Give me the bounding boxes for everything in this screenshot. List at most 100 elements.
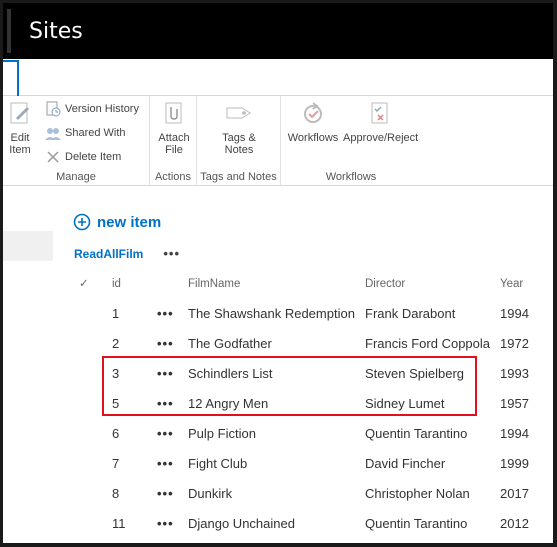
ribbon-group-workflows: Workflows Approve/Reject Workflows — [281, 96, 421, 186]
row-id: 11 — [112, 516, 126, 531]
column-header-filmname[interactable]: FilmName — [188, 271, 240, 301]
approve-reject-button[interactable]: Approve/Reject — [343, 100, 419, 144]
row-menu-button[interactable]: ••• — [157, 331, 174, 361]
tags-notes-label: Tags & Notes — [222, 132, 256, 156]
ribbon-group-manage: Edit Item Version History Shared With De… — [3, 96, 150, 186]
left-nav-panel — [3, 231, 53, 261]
table-row[interactable]: 1 ••• The Shawshank Redemption Frank Dar… — [3, 301, 553, 331]
edit-item-label: Edit Item — [9, 132, 31, 156]
row-menu-button[interactable]: ••• — [157, 511, 174, 541]
delete-icon — [47, 151, 59, 163]
view-name-link[interactable]: ReadAllFilm — [74, 247, 143, 261]
selected-ribbon-tab[interactable] — [3, 60, 19, 96]
new-item-label: new item — [97, 213, 162, 231]
row-filmname[interactable]: The Shawshank Redemption — [188, 301, 355, 331]
row-menu-button[interactable]: ••• — [157, 481, 174, 511]
version-history-button[interactable]: Version History — [45, 100, 139, 118]
ribbon-tab-strip — [3, 60, 553, 96]
ribbon: Edit Item Version History Shared With De… — [3, 96, 553, 186]
ribbon-group-tags: Tags & Notes Tags and Notes — [197, 96, 281, 186]
column-header-year[interactable]: Year — [500, 271, 523, 301]
row-id: 7 — [112, 456, 120, 471]
delete-item-button[interactable]: Delete Item — [45, 148, 121, 166]
row-menu-button[interactable]: ••• — [157, 361, 174, 391]
row-filmname[interactable]: Dunkirk — [188, 481, 232, 511]
row-director: Christopher Nolan — [365, 486, 470, 501]
row-id: 6 — [112, 426, 120, 441]
group-label-tags: Tags and Notes — [200, 171, 277, 183]
attach-file-label: Attach File — [158, 132, 190, 156]
row-id: 5 — [112, 396, 120, 411]
shared-with-label: Shared With — [65, 127, 126, 139]
column-header-director[interactable]: Director — [365, 271, 405, 301]
table-row[interactable]: 11 ••• Django Unchained Quentin Tarantin… — [3, 511, 553, 541]
row-filmname[interactable]: 12 Angry Men — [188, 391, 268, 421]
list-header-row: ✓ id FilmName Director Year — [3, 271, 553, 301]
row-id: 1 — [112, 306, 120, 321]
tag-icon — [217, 100, 261, 129]
row-year: 2017 — [500, 486, 529, 501]
site-title[interactable]: Sites — [29, 19, 83, 44]
edit-icon — [5, 100, 35, 129]
row-id: 2 — [112, 336, 120, 351]
row-director: Francis Ford Coppola — [365, 336, 490, 351]
shared-with-icon — [45, 128, 61, 140]
approve-reject-icon — [343, 100, 417, 129]
row-menu-button[interactable]: ••• — [157, 391, 174, 421]
edit-item-button[interactable]: Edit Item — [5, 100, 35, 156]
table-row[interactable]: 2 ••• The Godfather Francis Ford Coppola… — [3, 331, 553, 361]
row-id: 8 — [112, 486, 120, 501]
paperclip-icon — [156, 100, 192, 129]
delete-item-label: Delete Item — [65, 151, 122, 163]
row-director: Frank Darabont — [365, 306, 456, 321]
view-selector: ReadAllFilm ••• — [74, 246, 180, 261]
attach-file-button[interactable]: Attach File — [156, 100, 192, 156]
window-frame: Sites Edit Item Version History Shared W… — [0, 0, 557, 547]
workflows-button[interactable]: Workflows — [287, 100, 339, 144]
view-more-button[interactable]: ••• — [163, 246, 180, 261]
table-row[interactable]: 7 ••• Fight Club David Fincher 1999 — [3, 451, 553, 481]
workflow-icon — [287, 100, 339, 129]
ribbon-group-actions: Attach File Actions — [150, 96, 197, 186]
row-filmname[interactable]: Django Unchained — [188, 511, 295, 541]
row-director: Quentin Tarantino — [365, 516, 468, 531]
row-menu-button[interactable]: ••• — [157, 421, 174, 451]
group-label-manage: Manage — [56, 171, 96, 183]
tags-notes-button[interactable]: Tags & Notes — [217, 100, 261, 156]
shared-with-button[interactable]: Shared With — [45, 124, 126, 142]
workflows-label: Workflows — [287, 132, 339, 144]
version-history-label: Version History — [65, 103, 139, 115]
row-director: David Fincher — [365, 456, 446, 471]
row-year: 2012 — [500, 516, 529, 531]
row-year: 1993 — [500, 366, 529, 381]
row-filmname[interactable]: Schindlers List — [188, 361, 273, 391]
table-row[interactable]: 5 ••• 12 Angry Men Sidney Lumet 1957 — [3, 391, 553, 421]
row-year: 1999 — [500, 456, 529, 471]
row-filmname[interactable]: Pulp Fiction — [188, 421, 256, 451]
row-director: Sidney Lumet — [365, 396, 445, 411]
row-year: 1994 — [500, 306, 529, 321]
new-item-link[interactable]: new item — [73, 213, 161, 231]
suite-bar-accent — [7, 9, 11, 53]
row-director: Steven Spielberg — [365, 366, 465, 381]
row-year: 1957 — [500, 396, 529, 411]
row-filmname[interactable]: The Godfather — [188, 331, 272, 361]
row-id: 3 — [112, 366, 120, 381]
row-year: 1994 — [500, 426, 529, 441]
group-label-workflows: Workflows — [325, 171, 377, 183]
row-year: 1972 — [500, 336, 529, 351]
approve-reject-label: Approve/Reject — [343, 132, 419, 144]
version-history-icon — [46, 101, 61, 117]
column-header-id[interactable]: id — [112, 271, 121, 301]
group-label-actions: Actions — [154, 171, 192, 183]
select-all-checkbox[interactable]: ✓ — [79, 271, 89, 301]
table-row[interactable]: 3 ••• Schindlers List Steven Spielberg 1… — [3, 361, 553, 391]
table-row[interactable]: 8 ••• Dunkirk Christopher Nolan 2017 — [3, 481, 553, 511]
add-circle-icon — [73, 213, 91, 231]
row-menu-button[interactable]: ••• — [157, 451, 174, 481]
row-filmname[interactable]: Fight Club — [188, 451, 247, 481]
row-menu-button[interactable]: ••• — [157, 301, 174, 331]
suite-bar: Sites — [3, 3, 553, 59]
table-row[interactable]: 6 ••• Pulp Fiction Quentin Tarantino 199… — [3, 421, 553, 451]
row-director: Quentin Tarantino — [365, 426, 468, 441]
